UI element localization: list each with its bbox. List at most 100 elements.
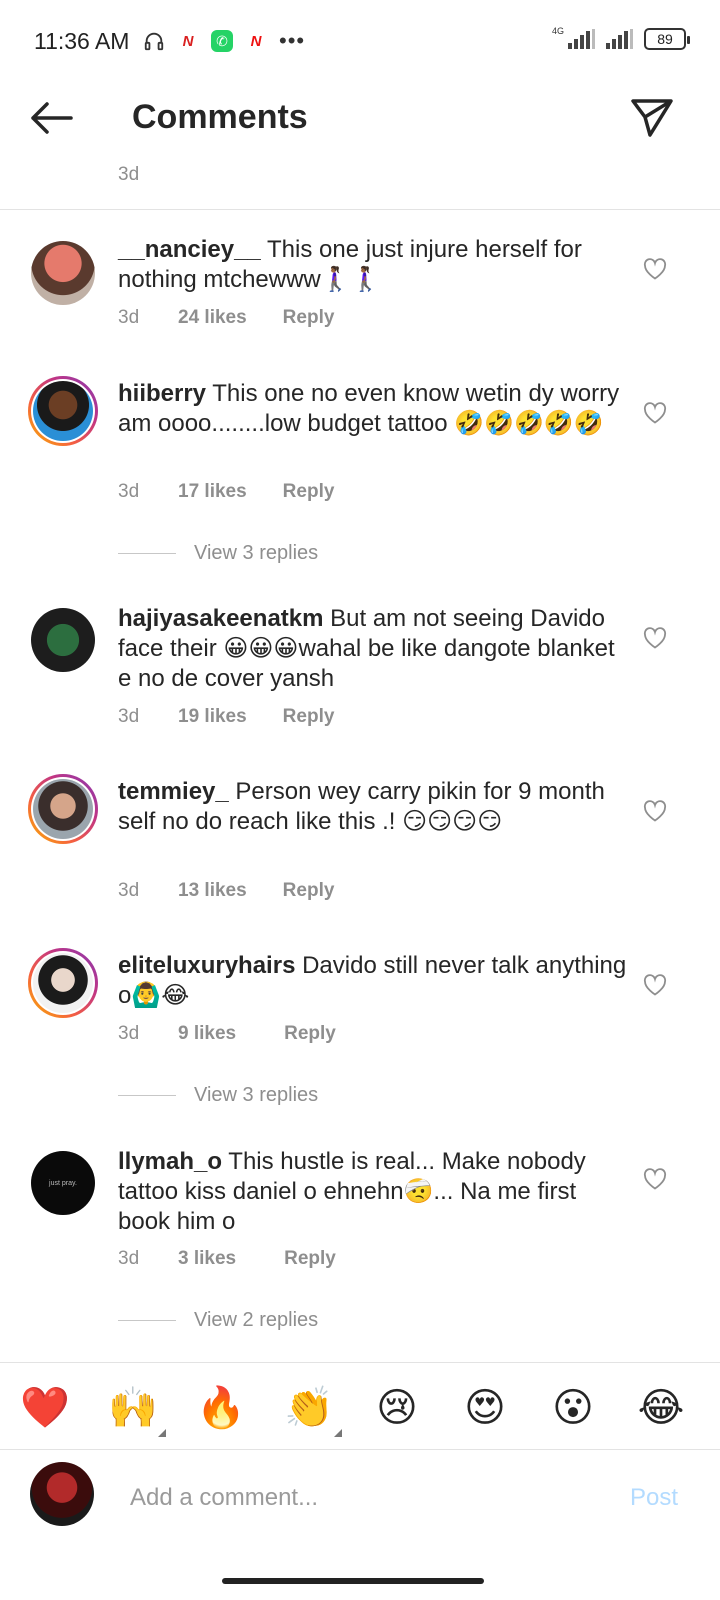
- comment-meta: 3d 17 likes Reply: [118, 481, 334, 503]
- more-notifications-icon: •••: [279, 28, 306, 53]
- avatar-image: [33, 953, 93, 1013]
- view-replies-label: View 2 replies: [194, 1309, 319, 1331]
- avatar[interactable]: [28, 376, 98, 446]
- comment-time: 3d: [118, 1023, 140, 1044]
- heart-icon[interactable]: [643, 1168, 667, 1190]
- replies-line: [118, 1320, 176, 1321]
- reply-button[interactable]: Reply: [284, 1248, 336, 1270]
- comment-username[interactable]: temmiey_: [118, 778, 229, 805]
- avatar[interactable]: just pray.: [28, 1148, 98, 1218]
- my-avatar: [30, 1462, 94, 1526]
- post-button[interactable]: Post: [630, 1484, 678, 1512]
- comment-time: 3d: [118, 706, 140, 727]
- previous-comment-time: 3d: [118, 164, 140, 185]
- heart-icon[interactable]: [643, 258, 667, 280]
- fire-emoji-button[interactable]: 🔥: [196, 1383, 246, 1433]
- comment-time: 3d: [118, 481, 140, 502]
- signal-icon: [568, 29, 595, 49]
- comment-meta: 3d 13 likes Reply: [118, 880, 334, 902]
- avatar-image: [33, 779, 93, 839]
- whatsapp-icon: ✆: [211, 30, 233, 52]
- comment-likes[interactable]: 19 likes: [178, 706, 247, 728]
- comment-likes[interactable]: 9 likes: [178, 1023, 236, 1045]
- surprised-emoji-button[interactable]: 😮: [548, 1383, 598, 1433]
- comment-text: __nanciey__ This one just injure herself…: [118, 235, 628, 295]
- comment-meta: 3d 3 likes Reply: [118, 1248, 336, 1270]
- reply-button[interactable]: Reply: [284, 1023, 336, 1045]
- headphones-icon: [144, 32, 164, 51]
- view-replies-button[interactable]: View 3 replies: [118, 542, 318, 565]
- heart-emoji-button[interactable]: ❤️: [20, 1383, 70, 1433]
- view-replies-label: View 3 replies: [194, 1084, 319, 1106]
- comment-text: hajiyasakeenatkm But am not seeing David…: [118, 604, 628, 694]
- comment-likes[interactable]: 13 likes: [178, 880, 247, 902]
- comment-text: hiiberry This one no even know wetin dy …: [118, 379, 628, 439]
- divider: [0, 209, 720, 210]
- news-app-icon: N: [177, 30, 199, 52]
- reply-button[interactable]: Reply: [283, 706, 335, 728]
- comment-meta: 3d 9 likes Reply: [118, 1023, 336, 1045]
- netflix-icon: N: [250, 32, 262, 50]
- comment-likes[interactable]: 17 likes: [178, 481, 247, 503]
- avatar-caption: just pray.: [49, 1179, 77, 1187]
- clapping-emoji-button[interactable]: 👏: [284, 1383, 342, 1437]
- laughing-emoji-button[interactable]: 😂: [636, 1383, 686, 1433]
- replies-line: [118, 553, 176, 554]
- avatar-image: [31, 241, 95, 305]
- avatar-image: [31, 608, 95, 672]
- emoji-reaction-bar: ❤️ 🙌 🔥 👏 😢 😍 😮 😂: [0, 1362, 720, 1450]
- avatar[interactable]: [28, 238, 98, 308]
- comment-input[interactable]: [130, 1478, 590, 1518]
- crying-emoji-button[interactable]: 😢: [372, 1383, 422, 1433]
- comment-meta: 3d 24 likes Reply: [118, 307, 334, 329]
- comment-text: llymah_o This hustle is real... Make nob…: [118, 1147, 628, 1237]
- comment-meta: 3d 19 likes Reply: [118, 706, 334, 728]
- battery-level: 89: [657, 31, 673, 47]
- back-button[interactable]: [26, 96, 76, 140]
- avatar[interactable]: [28, 605, 98, 675]
- home-indicator[interactable]: [222, 1578, 484, 1584]
- battery-icon: 89: [644, 28, 690, 50]
- avatar-image: [33, 381, 93, 441]
- comment-composer: Post: [0, 1452, 720, 1552]
- view-replies-button[interactable]: View 2 replies: [118, 1309, 318, 1332]
- reply-button[interactable]: Reply: [283, 880, 335, 902]
- comment-username[interactable]: eliteluxuryhairs: [118, 952, 295, 979]
- comment-text: eliteluxuryhairs Davido still never talk…: [118, 951, 628, 1011]
- view-replies-button[interactable]: View 3 replies: [118, 1084, 318, 1107]
- status-time: 11:36 AM: [34, 28, 130, 54]
- comment-time: 3d: [118, 1248, 140, 1269]
- heart-icon[interactable]: [643, 402, 667, 424]
- comment-time: 3d: [118, 880, 140, 901]
- heart-icon[interactable]: [643, 800, 667, 822]
- header: Comments: [0, 84, 720, 154]
- arrow-left-icon: [31, 102, 73, 134]
- raising-hands-emoji-button[interactable]: 🙌: [108, 1383, 166, 1437]
- network-type: 4G: [551, 26, 564, 36]
- comment-text: temmiey_ Person wey carry pikin for 9 mo…: [118, 777, 628, 837]
- signal-icon-2: [606, 29, 633, 49]
- comment-likes[interactable]: 3 likes: [178, 1248, 236, 1270]
- reply-button[interactable]: Reply: [283, 481, 335, 503]
- heart-icon[interactable]: [643, 627, 667, 649]
- avatar-image: just pray.: [31, 1151, 95, 1215]
- comment-username[interactable]: hajiyasakeenatkm: [118, 605, 323, 632]
- status-system-icons: 4G 89: [551, 26, 690, 50]
- comment-username[interactable]: llymah_o: [118, 1148, 222, 1175]
- view-replies-label: View 3 replies: [194, 542, 319, 564]
- page-title: Comments: [132, 98, 308, 136]
- comment-time: 3d: [118, 307, 140, 328]
- paper-plane-icon: [631, 99, 673, 137]
- comment-likes[interactable]: 24 likes: [178, 307, 247, 329]
- reply-button[interactable]: Reply: [283, 307, 335, 329]
- avatar[interactable]: [28, 948, 98, 1018]
- status-bar: 11:36 AM N ✆ N ••• 4G 89: [0, 0, 720, 84]
- share-button[interactable]: [628, 94, 676, 142]
- heart-icon[interactable]: [643, 974, 667, 996]
- comment-username[interactable]: __nanciey__: [118, 236, 261, 263]
- comment-username[interactable]: hiiberry: [118, 380, 206, 407]
- avatar[interactable]: [28, 774, 98, 844]
- replies-line: [118, 1095, 176, 1096]
- heart-eyes-emoji-button[interactable]: 😍: [460, 1383, 510, 1433]
- status-notification-icons: N ✆ N •••: [143, 28, 305, 54]
